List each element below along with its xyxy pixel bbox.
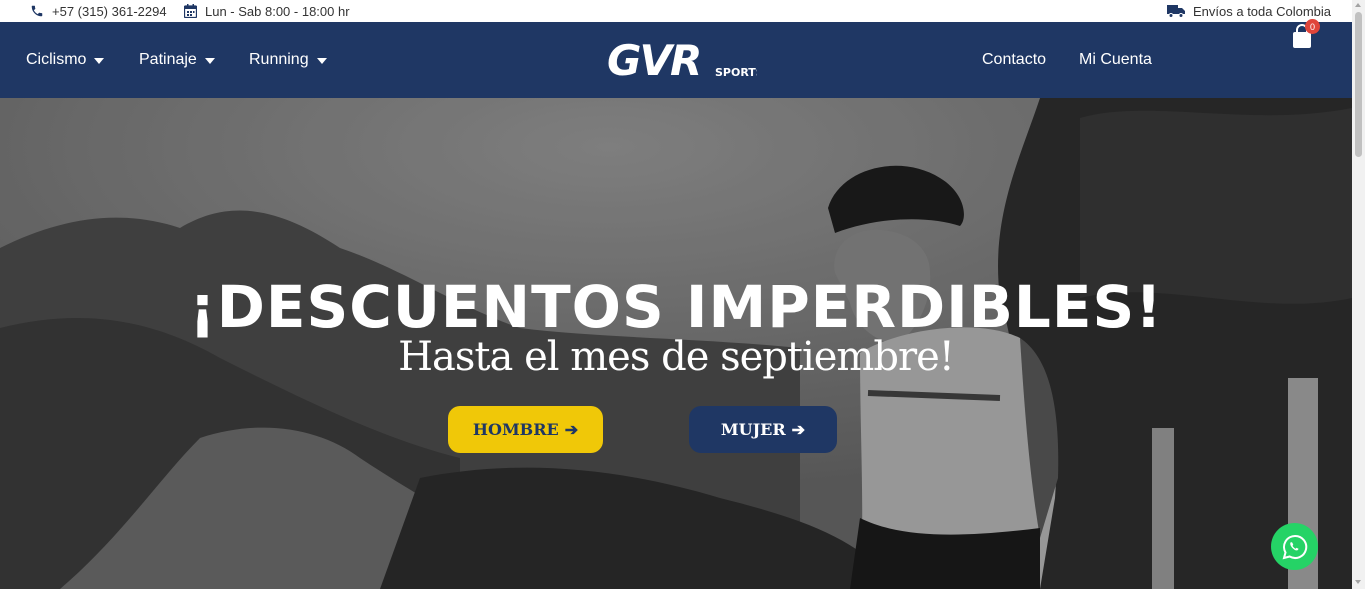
scroll-thumb[interactable] [1355,12,1362,157]
hombre-button[interactable]: HOMBRE ➔ [448,406,603,453]
hombre-label: HOMBRE [472,420,559,439]
contact-link[interactable]: Contacto [982,22,1046,98]
scroll-up-arrow-icon[interactable] [1355,3,1361,7]
arrow-right-icon: ➔ [564,420,579,439]
hero-subtitle: Hasta el mes de septiembre! [398,334,955,380]
page-scrollbar[interactable] [1352,0,1365,589]
phone-number: +57 (315) 361-2294 [52,3,167,19]
logo-main-text: GVR [607,38,700,82]
hero-banner: ¡DESCUENTOS IMPERDIBLES! Hasta el mes de… [0,98,1352,589]
nav-label: Running [249,51,309,68]
cart-count-badge: 0 [1305,19,1320,34]
account-link[interactable]: Mi Cuenta [1079,22,1152,98]
mujer-label: MUJER [720,420,786,439]
caret-down-icon [316,58,327,64]
calendar-icon [184,4,197,18]
nav-label: Ciclismo [26,51,87,68]
hours-info: Lun - Sab 8:00 - 18:00 hr [184,0,350,22]
whatsapp-icon [1282,534,1307,559]
logo-sub-text: SPORTS [715,66,757,79]
hero-title: ¡DESCUENTOS IMPERDIBLES! [189,273,1163,341]
nav-item-ciclismo[interactable]: Ciclismo [26,22,105,98]
shipping-info: Envíos a toda Colombia [1167,0,1331,22]
caret-down-icon [94,58,105,64]
hours-text: Lun - Sab 8:00 - 18:00 hr [205,3,350,19]
scroll-down-arrow-icon[interactable] [1355,580,1361,584]
top-info-bar: +57 (315) 361-2294 Lun - Sab 8:00 - 18:0… [0,0,1352,22]
nav-item-running[interactable]: Running [249,22,327,98]
main-header: Ciclismo Patinaje Running GVR SPORTS Con… [0,22,1352,98]
truck-icon [1167,4,1185,18]
contact-label: Contacto [982,51,1047,68]
arrow-right-icon: ➔ [791,420,806,439]
whatsapp-button[interactable] [1271,523,1318,570]
nav-label: Patinaje [139,51,197,68]
nav-item-patinaje[interactable]: Patinaje [139,22,215,98]
gvr-sports-logo[interactable]: GVR SPORTS [607,36,764,85]
shipping-text: Envíos a toda Colombia [1193,3,1332,19]
mujer-button[interactable]: MUJER ➔ [689,406,837,453]
phone-icon [30,4,44,18]
phone-info[interactable]: +57 (315) 361-2294 [30,0,167,22]
caret-down-icon [204,58,215,64]
account-label: Mi Cuenta [1079,51,1152,68]
